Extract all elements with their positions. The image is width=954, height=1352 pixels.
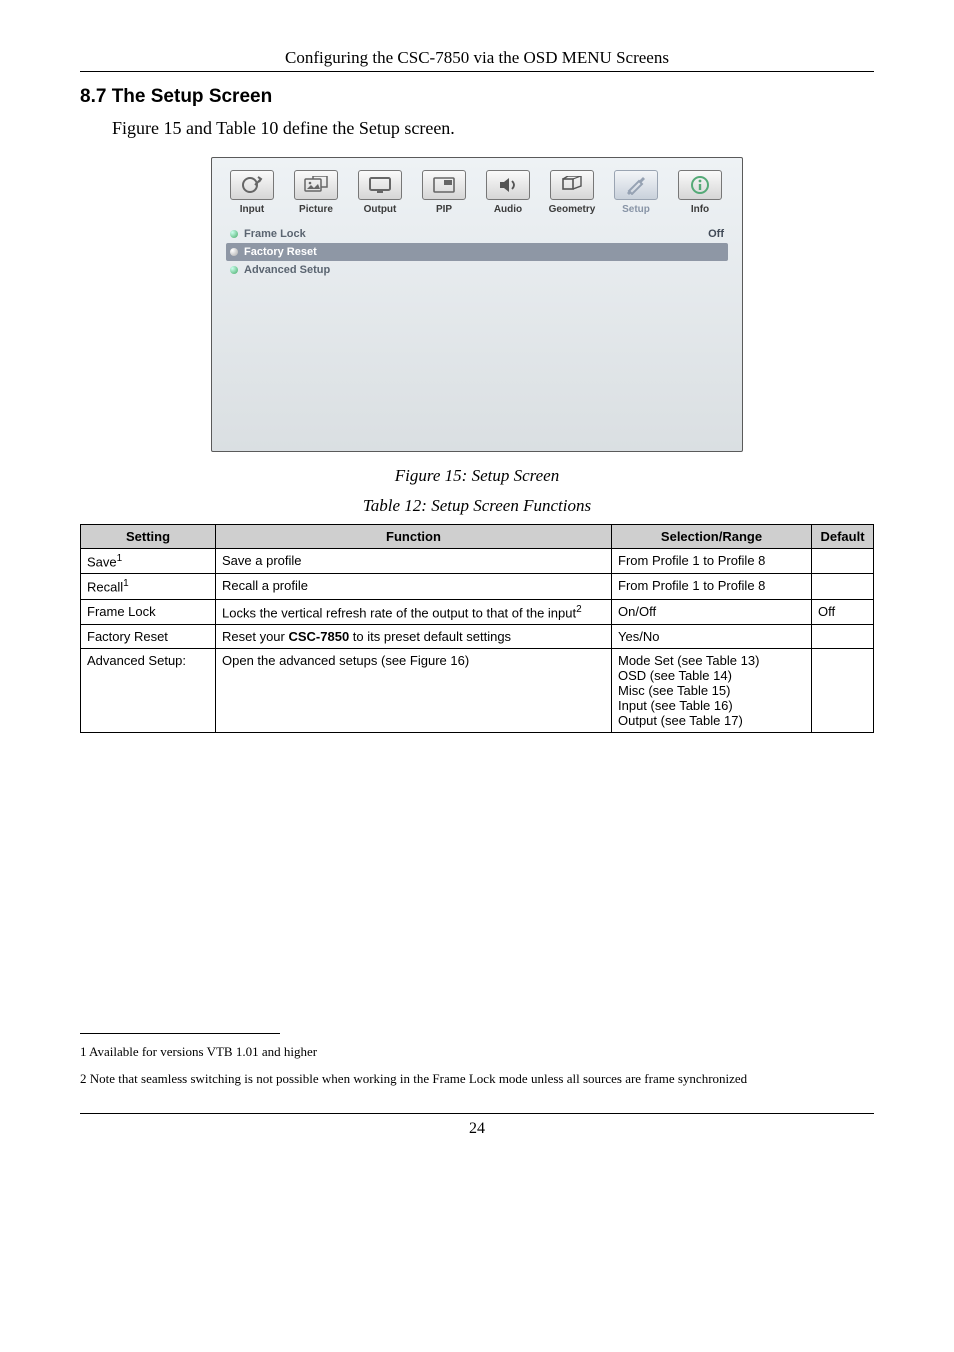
cell-setting: Recall1 (81, 574, 216, 599)
cell-function: Save a profile (216, 549, 612, 574)
th-setting: Setting (81, 525, 216, 549)
th-selrange: Selection/Range (612, 525, 812, 549)
table-caption: Table 12: Setup Screen Functions (80, 496, 874, 516)
tab-label: Info (691, 204, 709, 215)
cell-setting: Save1 (81, 549, 216, 574)
cell-setting: Frame Lock (81, 599, 216, 624)
bullet-icon (230, 248, 238, 256)
osd-row-factory-reset[interactable]: Factory Reset (226, 243, 728, 261)
cell-selrange: Yes/No (612, 624, 812, 648)
th-function: Function (216, 525, 612, 549)
footnote-rule (80, 1033, 280, 1034)
cell-default (812, 549, 874, 574)
tab-label: Setup (622, 204, 650, 215)
tab-picture[interactable]: Picture (286, 170, 346, 215)
osd-row-label: Advanced Setup (244, 264, 330, 276)
section-title: 8.7 The Setup Screen (80, 86, 874, 108)
section-intro: Figure 15 and Table 10 define the Setup … (112, 118, 874, 139)
tab-output[interactable]: Output (350, 170, 410, 215)
th-default: Default (812, 525, 874, 549)
osd-row-label: Frame Lock (244, 228, 306, 240)
geometry-icon (550, 170, 594, 200)
table-row: Advanced Setup:Open the advanced setups … (81, 648, 874, 732)
functions-table: Setting Function Selection/Range Default… (80, 524, 874, 733)
footnotes: 1 Available for versions VTB 1.01 and hi… (80, 1033, 874, 1091)
figure-caption: Figure 15: Setup Screen (80, 466, 874, 486)
osd-row-frame-lock[interactable]: Frame Lock Off (226, 225, 728, 243)
picture-icon (294, 170, 338, 200)
tab-label: Audio (494, 204, 522, 215)
bullet-icon (230, 266, 238, 274)
cell-selrange: From Profile 1 to Profile 8 (612, 549, 812, 574)
footnote-1: 1 Available for versions VTB 1.01 and hi… (80, 1040, 874, 1063)
table-row: Recall1Recall a profileFrom Profile 1 to… (81, 574, 874, 599)
cell-selrange: Mode Set (see Table 13)OSD (see Table 14… (612, 648, 812, 732)
osd-body: Frame Lock Off Factory Reset Advanced Se… (212, 221, 742, 451)
table-row: Factory ResetReset your CSC-7850 to its … (81, 624, 874, 648)
table-row: Save1Save a profileFrom Profile 1 to Pro… (81, 549, 874, 574)
bullet-icon (230, 230, 238, 238)
output-icon (358, 170, 402, 200)
cell-function: Locks the vertical refresh rate of the o… (216, 599, 612, 624)
setup-icon (614, 170, 658, 200)
cell-function: Reset your CSC-7850 to its preset defaul… (216, 624, 612, 648)
tab-label: Input (240, 204, 264, 215)
cell-default: Off (812, 599, 874, 624)
tab-geometry[interactable]: Geometry (542, 170, 602, 215)
tab-pip[interactable]: PIP (414, 170, 474, 215)
tab-label: Output (364, 204, 397, 215)
table-row: Frame LockLocks the vertical refresh rat… (81, 599, 874, 624)
tab-label: PIP (436, 204, 452, 215)
cell-function: Open the advanced setups (see Figure 16) (216, 648, 612, 732)
input-icon (230, 170, 274, 200)
cell-setting: Advanced Setup: (81, 648, 216, 732)
tab-input[interactable]: Input (222, 170, 282, 215)
osd-tab-row: Input Picture Output PIP (212, 158, 742, 221)
tab-audio[interactable]: Audio (478, 170, 538, 215)
osd-row-advanced-setup[interactable]: Advanced Setup (226, 261, 728, 279)
cell-selrange: On/Off (612, 599, 812, 624)
cell-default (812, 624, 874, 648)
page-number: 24 (80, 1120, 874, 1138)
table-header-row: Setting Function Selection/Range Default (81, 525, 874, 549)
tab-label: Geometry (549, 204, 596, 215)
osd-row-label: Factory Reset (244, 246, 317, 258)
osd-row-value: Off (708, 228, 724, 240)
pip-icon (422, 170, 466, 200)
section-number: 8.7 (80, 86, 106, 107)
cell-default (812, 574, 874, 599)
audio-icon (486, 170, 530, 200)
running-head: Configuring the CSC-7850 via the OSD MEN… (80, 48, 874, 72)
cell-default (812, 648, 874, 732)
tab-setup[interactable]: Setup (606, 170, 666, 215)
tab-info[interactable]: Info (670, 170, 730, 215)
osd-screenshot: Input Picture Output PIP (211, 157, 743, 452)
section-heading: The Setup Screen (112, 86, 273, 107)
info-icon (678, 170, 722, 200)
footer-rule (80, 1113, 874, 1114)
tab-label: Picture (299, 204, 333, 215)
footnote-2: 2 Note that seamless switching is not po… (80, 1067, 874, 1090)
cell-selrange: From Profile 1 to Profile 8 (612, 574, 812, 599)
cell-setting: Factory Reset (81, 624, 216, 648)
cell-function: Recall a profile (216, 574, 612, 599)
